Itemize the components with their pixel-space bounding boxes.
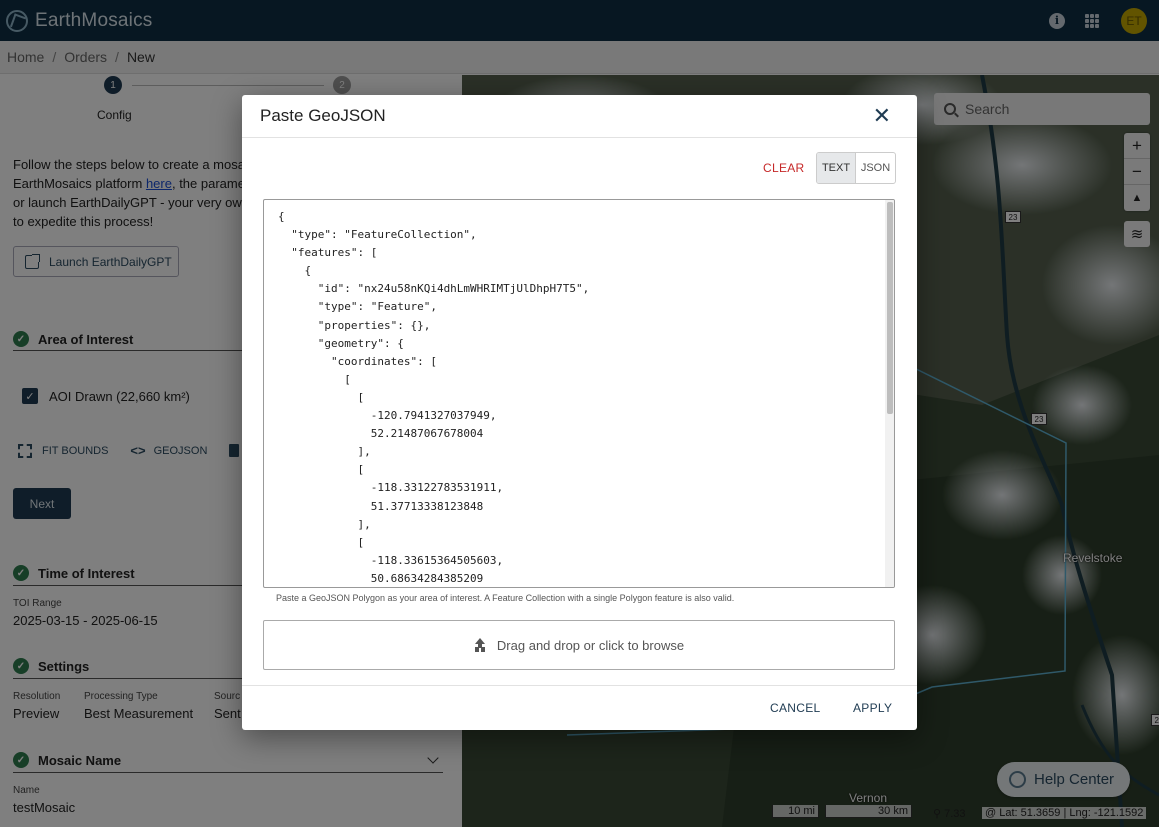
scrollbar[interactable] [885,200,894,587]
scrollbar-thumb[interactable] [887,202,893,414]
geojson-text: { "type": "FeatureCollection", "features… [278,210,590,585]
format-toggle: TEXT JSON [816,152,896,184]
cancel-button[interactable]: CANCEL [770,701,820,715]
close-icon[interactable]: ✕ [873,105,891,127]
file-dropzone[interactable]: Drag and drop or click to browse [263,620,895,670]
text-toggle-button[interactable]: TEXT [817,153,856,183]
clear-button[interactable]: CLEAR [763,161,805,175]
paste-geojson-dialog: Paste GeoJSON ✕ CLEAR TEXT JSON { "type"… [242,95,917,730]
dialog-title: Paste GeoJSON [260,106,386,125]
upload-icon [474,638,486,652]
apply-button[interactable]: APPLY [853,701,892,715]
dialog-footer: CANCEL APPLY [242,685,917,730]
geojson-textarea[interactable]: { "type": "FeatureCollection", "features… [263,199,895,588]
json-toggle-button[interactable]: JSON [856,153,895,183]
helper-text: Paste a GeoJSON Polygon as your area of … [276,593,735,603]
